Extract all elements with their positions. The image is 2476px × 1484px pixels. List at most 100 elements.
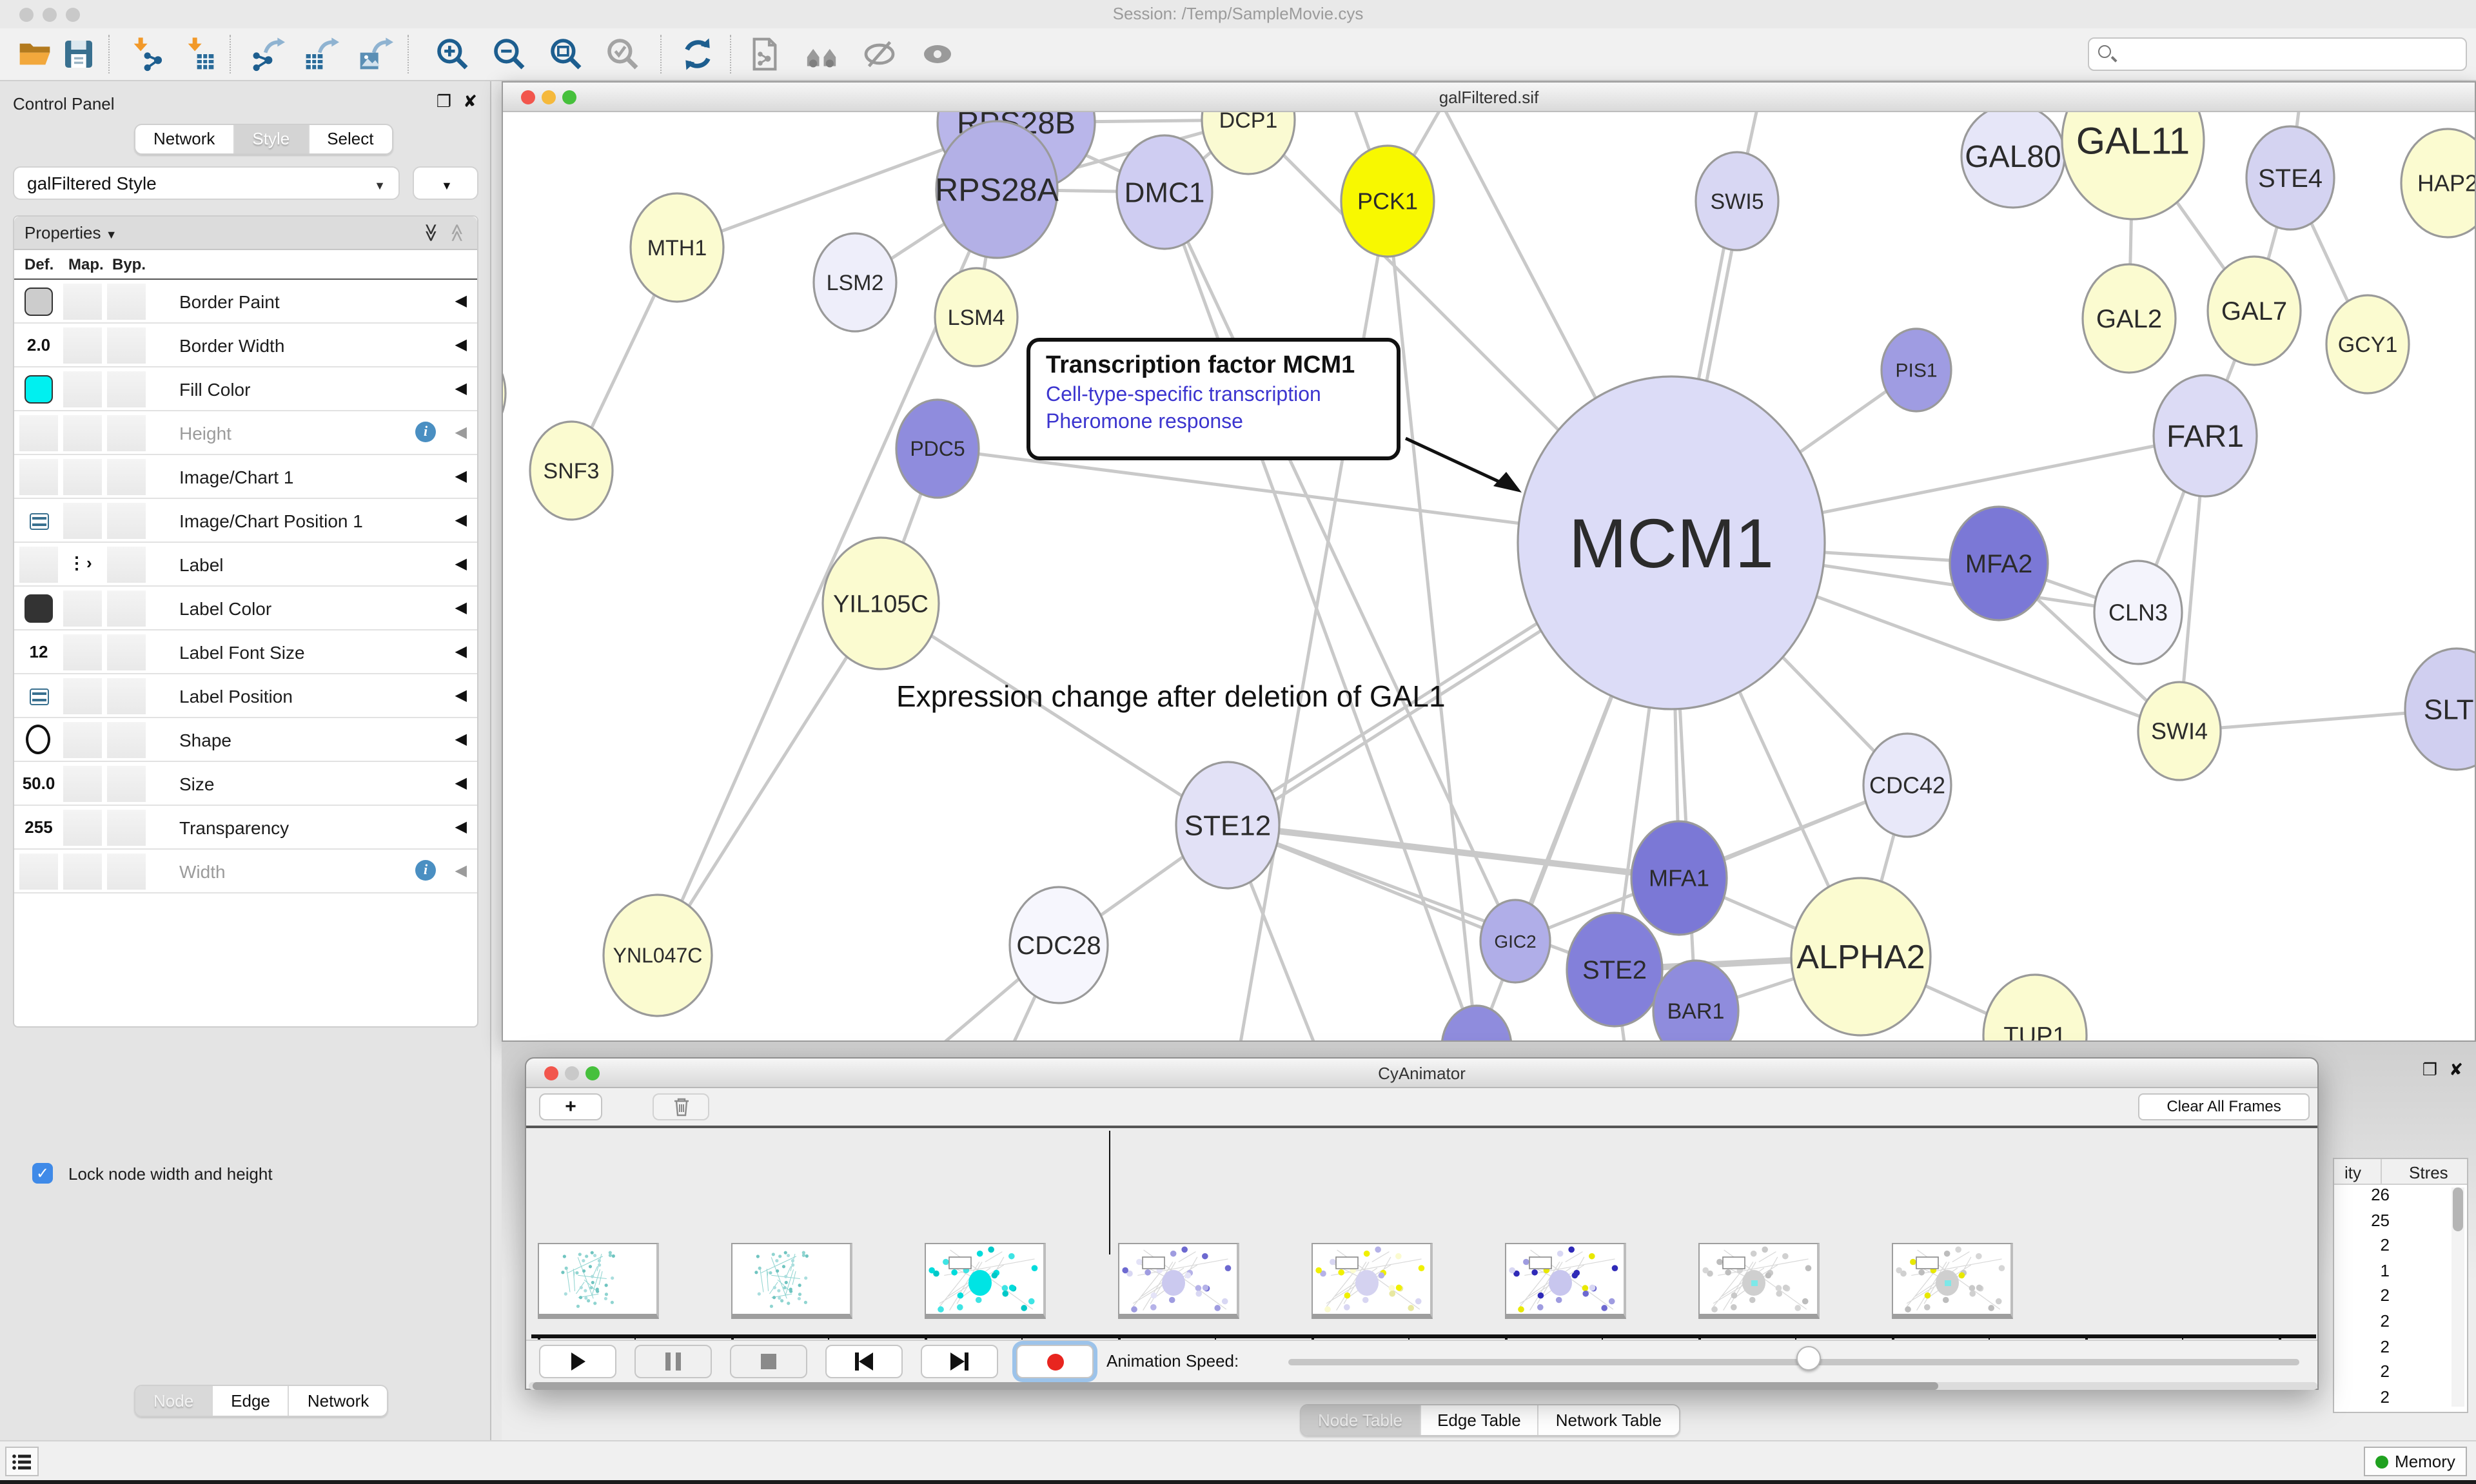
- close-panel-icon[interactable]: ✘: [463, 92, 477, 112]
- network-window-titlebar[interactable]: galFiltered.sif: [503, 83, 2475, 112]
- network-node-CDC28[interactable]: CDC28: [1010, 887, 1108, 1003]
- network-node-ALPHA2[interactable]: ALPHA2: [1791, 878, 1931, 1035]
- network-node-HAP2[interactable]: HAP2: [2401, 129, 2475, 237]
- network-node-BAR1[interactable]: BAR1: [1653, 961, 1738, 1040]
- clear-all-frames-button[interactable]: Clear All Frames: [2138, 1093, 2310, 1120]
- animation-speed-slider[interactable]: [1288, 1359, 2299, 1365]
- table-row[interactable]: 1: [2334, 1261, 2467, 1286]
- network-node-GIC2[interactable]: GIC2: [1480, 900, 1550, 982]
- save-session-icon[interactable]: [57, 32, 101, 76]
- network-node-MFA2[interactable]: MFA2: [1950, 507, 2048, 620]
- open-session-icon[interactable]: [13, 32, 57, 76]
- float-panel-icon[interactable]: ❐: [2422, 1060, 2437, 1080]
- expand-row-icon[interactable]: ◀: [455, 774, 467, 792]
- expand-row-icon[interactable]: ◀: [455, 554, 467, 572]
- network-node-STE12[interactable]: STE12: [1176, 762, 1279, 888]
- frame-thumbnail-5[interactable]: [1505, 1243, 1626, 1319]
- expand-row-icon[interactable]: ◀: [455, 642, 467, 660]
- zoom-out-icon[interactable]: [487, 32, 531, 76]
- table-row[interactable]: 2: [2334, 1362, 2467, 1387]
- frame-thumbnail-3[interactable]: [1118, 1243, 1239, 1319]
- timeline-playhead[interactable]: [1108, 1131, 1110, 1255]
- network-node-LSM2[interactable]: LSM2: [814, 233, 896, 331]
- lock-size-checkbox[interactable]: ✓: [32, 1163, 53, 1184]
- tab-network-style[interactable]: Network: [290, 1386, 387, 1416]
- close-panel-icon[interactable]: ✘: [2449, 1060, 2463, 1080]
- property-row-height[interactable]: Heighti◀: [14, 411, 477, 455]
- apply-layout-icon[interactable]: [676, 32, 720, 76]
- property-row-label-position[interactable]: Label Position◀: [14, 674, 477, 718]
- network-canvas[interactable]: RPS28BDCP1RPS28ADMC1PCK1MTH1LSM2LSM4SWI5…: [503, 112, 2475, 1040]
- network-node-GCY1[interactable]: GCY1: [2326, 295, 2409, 393]
- properties-header[interactable]: Properties ▼ ≫ ≫: [14, 217, 477, 250]
- annotation-link[interactable]: Pheromone response: [1046, 411, 1381, 434]
- expand-row-icon[interactable]: ◀: [455, 686, 467, 704]
- property-row-label-font-size[interactable]: 12Label Font Size◀: [14, 630, 477, 674]
- table-row[interactable]: 2: [2334, 1336, 2467, 1362]
- network-node-CLN3[interactable]: CLN3: [2094, 561, 2182, 664]
- property-row-border-width[interactable]: 2.0Border Width◀: [14, 324, 477, 367]
- expand-row-icon[interactable]: ◀: [455, 379, 467, 397]
- record-button[interactable]: [1016, 1345, 1094, 1378]
- export-network-icon[interactable]: [245, 32, 289, 76]
- property-row-width[interactable]: Widthi◀: [14, 850, 477, 893]
- expand-all-icon[interactable]: ≫: [420, 223, 442, 242]
- table-row[interactable]: 2: [2334, 1286, 2467, 1311]
- property-row-transparency[interactable]: 255Transparency◀: [14, 806, 477, 850]
- frame-thumbnail-6[interactable]: [1698, 1243, 1820, 1319]
- network-node-GAL2[interactable]: GAL2: [2083, 264, 2176, 373]
- frame-thumbnail-4[interactable]: [1312, 1243, 1433, 1319]
- export-table-icon[interactable]: [299, 32, 343, 76]
- network-node-MFA1[interactable]: MFA1: [1631, 821, 1727, 935]
- table-row[interactable]: 2: [2334, 1235, 2467, 1260]
- network-node-MCM1[interactable]: MCM1: [1518, 376, 1825, 709]
- float-panel-icon[interactable]: ❐: [437, 92, 451, 112]
- skip-start-button[interactable]: [825, 1345, 903, 1378]
- expand-row-icon[interactable]: ◀: [455, 511, 467, 529]
- import-network-icon[interactable]: [123, 32, 166, 76]
- tab-network[interactable]: Network: [135, 125, 234, 153]
- property-row-size[interactable]: 50.0Size◀: [14, 762, 477, 806]
- network-node-MTH1[interactable]: MTH1: [631, 193, 723, 302]
- property-row-label-color[interactable]: Label Color◀: [14, 587, 477, 630]
- attribute-table-header[interactable]: ity Stres: [2334, 1159, 2467, 1185]
- collapse-all-icon[interactable]: ≫: [446, 223, 468, 242]
- expand-row-icon[interactable]: ◀: [455, 291, 467, 309]
- network-node-unlabeled[interactable]: [503, 344, 506, 442]
- network-node-GAL11[interactable]: GAL11: [2062, 112, 2204, 219]
- network-node-RPS28A[interactable]: RPS28A: [935, 121, 1059, 258]
- network-node-GAL7[interactable]: GAL7: [2208, 257, 2301, 365]
- table-row[interactable]: 26: [2334, 1185, 2467, 1210]
- style-selector[interactable]: galFiltered Style ▼: [13, 166, 400, 200]
- style-options-button[interactable]: ▼: [413, 166, 478, 200]
- expand-row-icon[interactable]: ◀: [455, 423, 467, 441]
- annotation-box[interactable]: Transcription factor MCM1 Cell-type-spec…: [1027, 338, 1400, 460]
- frame-thumbnail-1[interactable]: [731, 1243, 852, 1319]
- network-node-TUP1[interactable]: TUP1: [1983, 975, 2087, 1040]
- play-button[interactable]: [539, 1345, 616, 1378]
- tab-edge[interactable]: Edge: [213, 1386, 290, 1416]
- zoom-in-icon[interactable]: [431, 32, 475, 76]
- network-node-DMC1[interactable]: DMC1: [1117, 135, 1212, 249]
- export-image-icon[interactable]: [353, 32, 397, 76]
- frame-thumbnail-7[interactable]: [1892, 1243, 2013, 1319]
- table-row[interactable]: 2: [2334, 1387, 2467, 1412]
- table-row[interactable]: 25: [2334, 1210, 2467, 1235]
- tab-network-table[interactable]: Network Table: [1539, 1405, 1678, 1435]
- table-row[interactable]: 2: [2334, 1311, 2467, 1336]
- skip-end-button[interactable]: [921, 1345, 998, 1378]
- table-scrollbar[interactable]: [2451, 1187, 2464, 1407]
- property-row-image-chart-1[interactable]: Image/Chart 1◀: [14, 455, 477, 499]
- property-row-border-paint[interactable]: Border Paint◀: [14, 280, 477, 324]
- network-node-STE4[interactable]: STE4: [2246, 126, 2334, 229]
- color-swatch[interactable]: [25, 594, 53, 623]
- tab-style[interactable]: Style: [234, 125, 309, 153]
- expand-row-icon[interactable]: ◀: [455, 467, 467, 485]
- network-node-SLT2[interactable]: SLT2: [2405, 649, 2475, 770]
- network-node-PCK1[interactable]: PCK1: [1341, 146, 1434, 257]
- stop-button[interactable]: [730, 1345, 807, 1378]
- network-node-CDC42[interactable]: CDC42: [1863, 734, 1951, 837]
- network-node-SWI5[interactable]: SWI5: [1696, 152, 1778, 250]
- color-swatch[interactable]: [25, 288, 53, 316]
- pause-button[interactable]: [634, 1345, 712, 1378]
